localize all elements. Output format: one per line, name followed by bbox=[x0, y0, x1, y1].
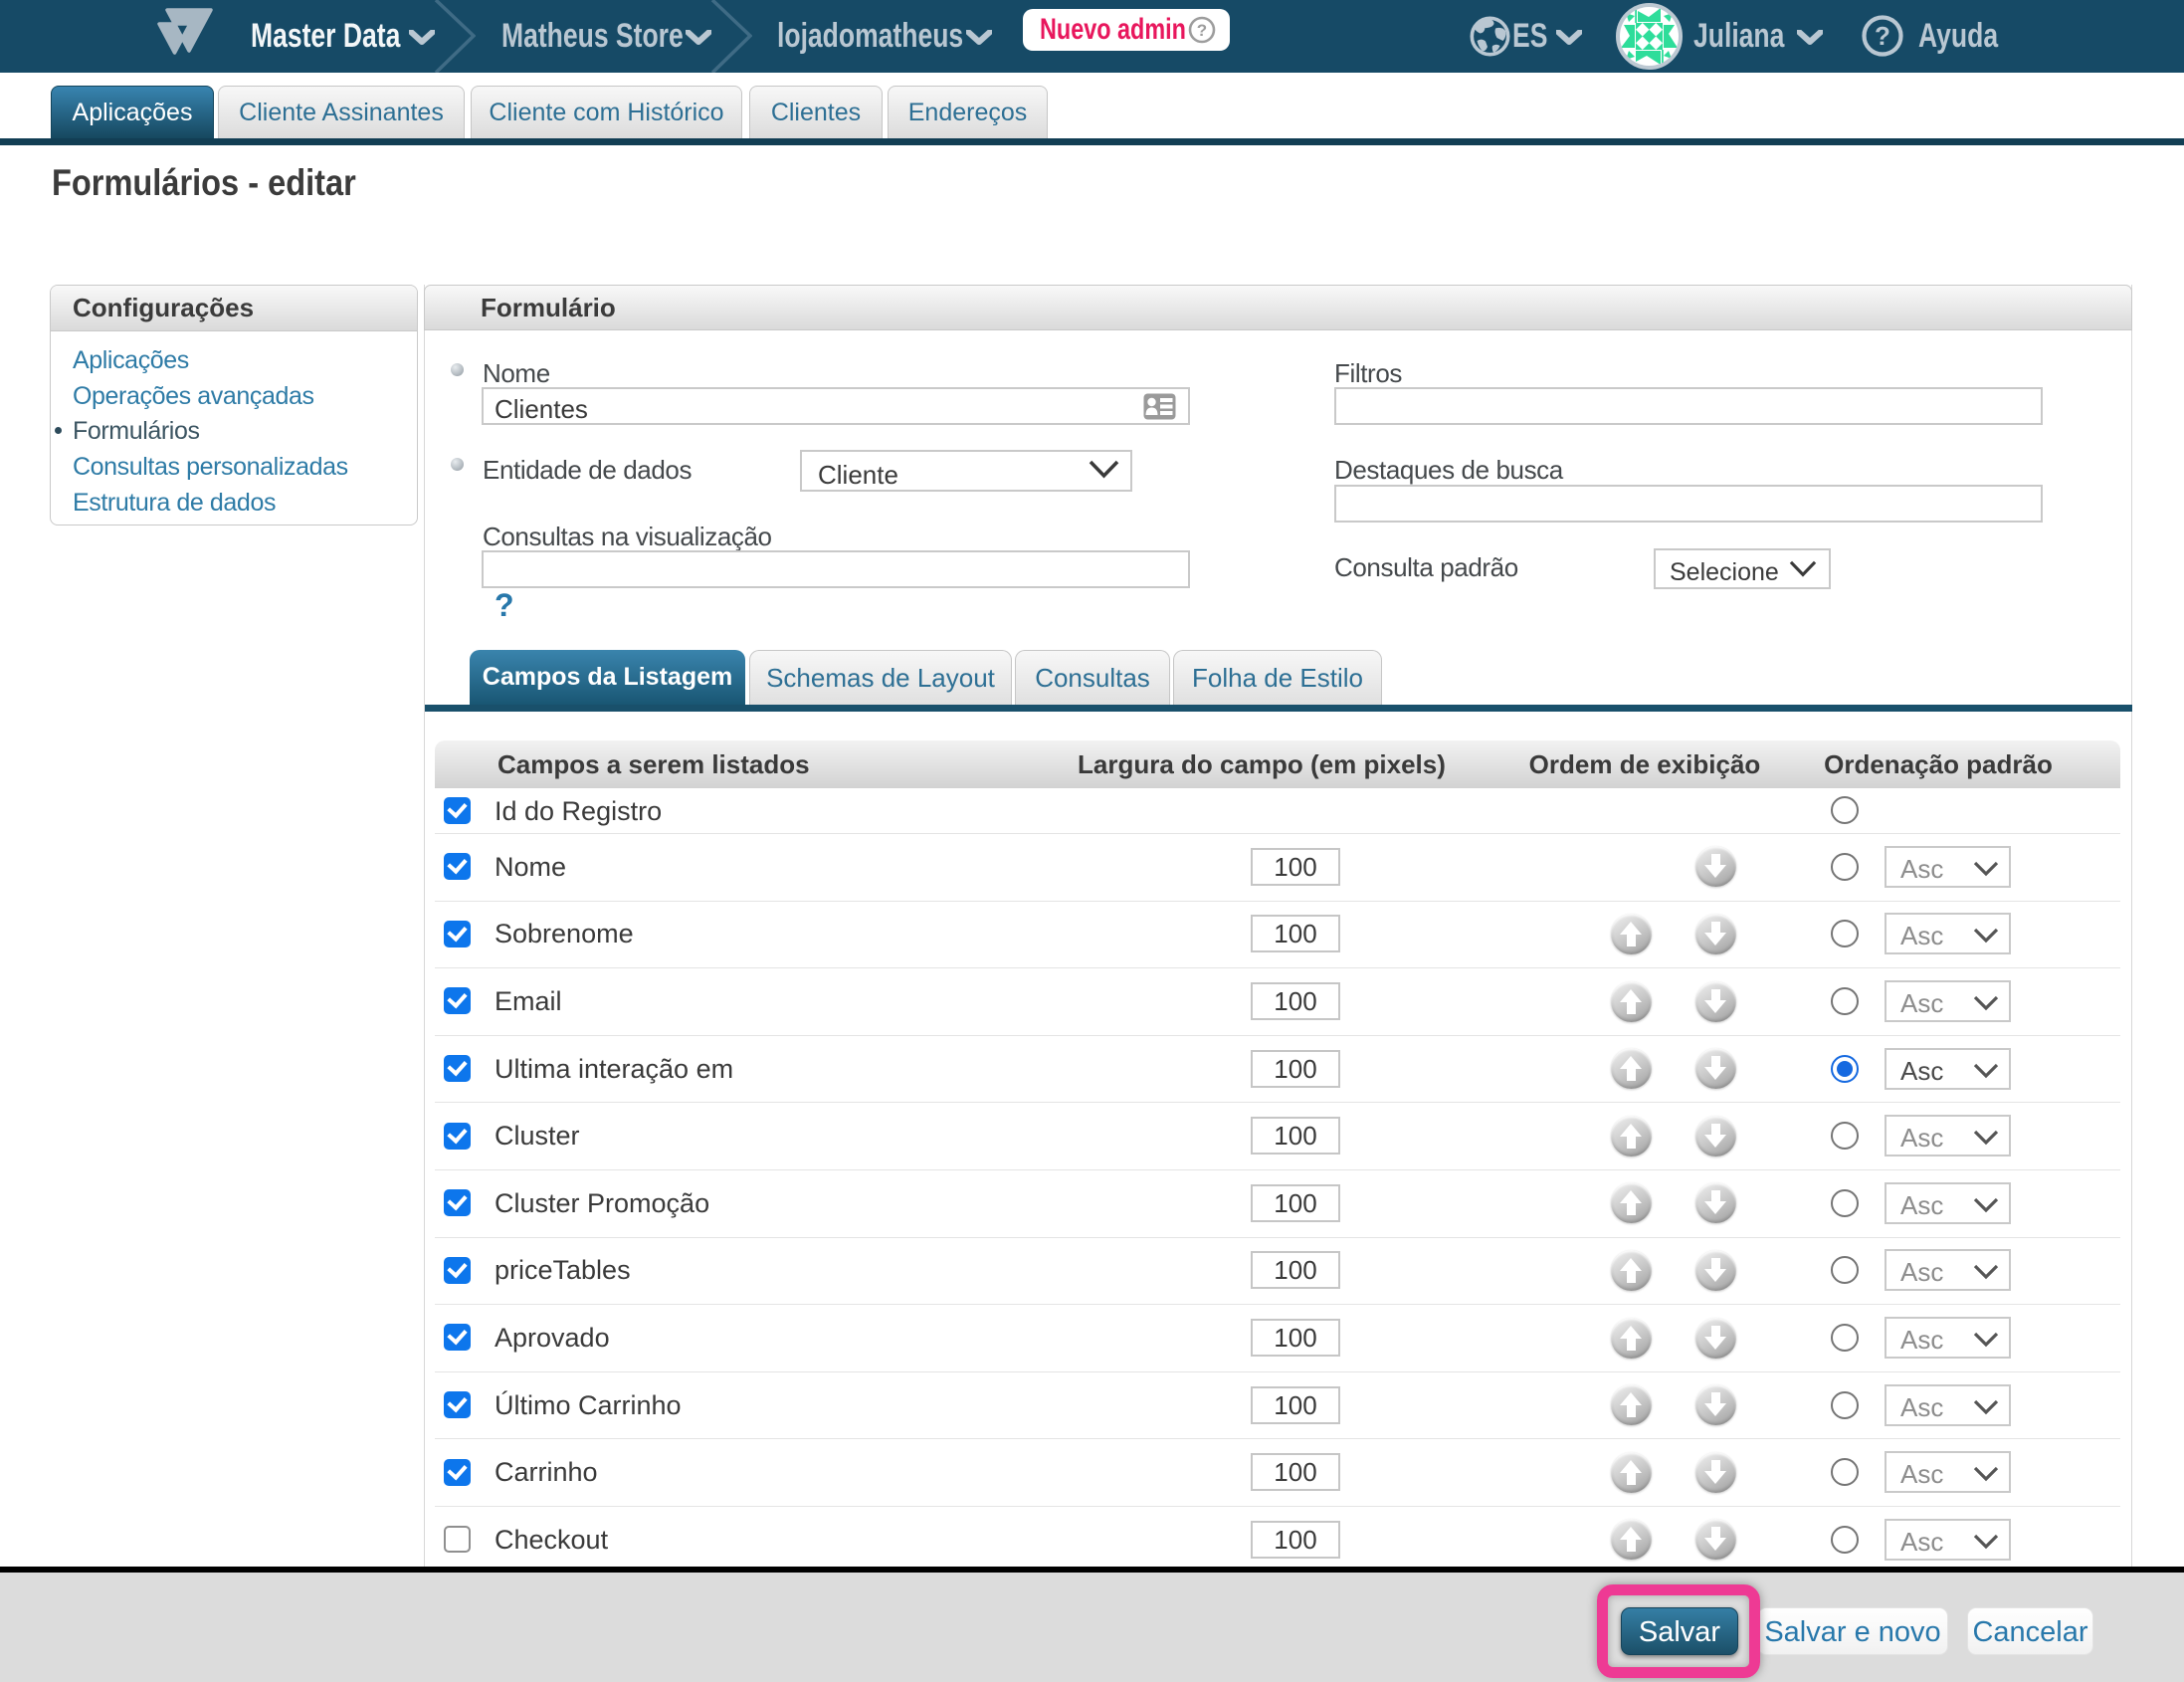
svg-text:?: ? bbox=[1875, 21, 1890, 51]
svg-text:?: ? bbox=[1197, 21, 1207, 40]
